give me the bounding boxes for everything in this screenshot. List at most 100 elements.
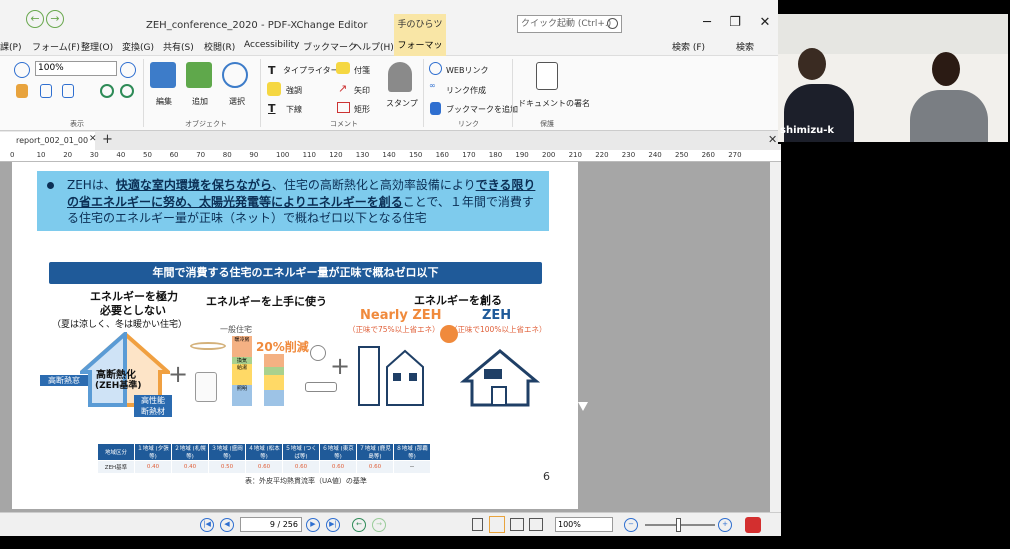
ruler-tick: 30	[89, 151, 99, 159]
highlight-icon	[267, 82, 281, 96]
web-link-button[interactable]: WEBリンク	[446, 65, 488, 76]
table-cell: 0.60	[282, 460, 320, 474]
edit-object-icon[interactable]	[150, 62, 176, 88]
back-icon[interactable]: ←	[26, 10, 44, 28]
table-caption: 表：外皮平均熱貫流率（UA値）の基準	[245, 477, 367, 485]
water-heater-icon	[195, 372, 217, 402]
mouse-cursor-icon	[578, 402, 588, 411]
prev-page-icon[interactable]: ◀	[220, 518, 234, 532]
single-page-icon[interactable]	[472, 518, 483, 531]
sticky-note-button[interactable]: 付箋	[354, 65, 370, 76]
fit-page-icon[interactable]	[16, 84, 28, 98]
minimize-button[interactable]: ─	[700, 16, 714, 30]
menu-item[interactable]: ヘルプ(H)	[353, 40, 394, 53]
ruler-tick: 150	[409, 151, 423, 159]
doc-title: ZEH_conference_2020 - PDF-XChange Editor	[146, 20, 368, 31]
menu-item[interactable]: 校閲(R)	[204, 40, 235, 53]
slide-page-number: 6	[543, 470, 550, 483]
slide-banner: 年間で消費する住宅のエネルギー量が正味で概ねゼロ以下	[49, 262, 542, 284]
pdf-page: ZEHは、快適な室内環境を保ちながら、住宅の高断熱化と高効率設備によりできる限り…	[12, 162, 578, 509]
two-page-continuous-icon[interactable]	[529, 518, 543, 531]
divider	[143, 59, 144, 127]
menu-item[interactable]: 課(P)	[0, 40, 21, 53]
document-tab-name: report_002_01_00	[16, 136, 89, 145]
continuous-page-icon[interactable]	[489, 516, 505, 533]
select-object-icon[interactable]	[222, 62, 248, 88]
typewriter-button[interactable]: タイプライター	[283, 65, 339, 76]
sign-document-button[interactable]: ドキュメントの署名	[518, 98, 590, 109]
vertical-scrollbar[interactable]	[770, 162, 781, 512]
search-menu[interactable]: 検索	[736, 40, 754, 53]
stamp-icon[interactable]	[388, 62, 412, 92]
edit-button[interactable]: 編集	[156, 96, 172, 107]
video-feed	[778, 14, 1008, 142]
highlight-button[interactable]: 強調	[286, 85, 302, 96]
create-link-button[interactable]: リンク作成	[446, 85, 486, 96]
fan-icon	[310, 345, 326, 361]
menu-item[interactable]: フォーム(F)	[32, 40, 80, 53]
two-page-icon[interactable]	[510, 518, 524, 531]
menu-item[interactable]: ブックマーク	[303, 40, 357, 53]
find-menu[interactable]: 検索 (F)	[672, 40, 705, 53]
arrow-button[interactable]: 矢印	[354, 85, 370, 96]
zoom-select[interactable]: 100%	[35, 61, 117, 76]
quick-launch-input[interactable]: クイック起動 (Ctrl+.)	[517, 15, 622, 33]
zoom-in-icon[interactable]	[120, 62, 136, 78]
link-icon: ∞	[429, 81, 436, 90]
history-forward-icon[interactable]: →	[372, 518, 386, 532]
document-viewport[interactable]: ZEHは、快適な室内環境を保ちながら、住宅の高断熱化と高効率設備によりできる限り…	[0, 162, 770, 512]
menu-item-format[interactable]: フォーマット	[394, 36, 446, 71]
rectangle-button[interactable]: 矩形	[354, 104, 370, 115]
select-button[interactable]: 選択	[229, 96, 245, 107]
close-button[interactable]: ✕	[758, 16, 772, 30]
bullet-icon	[47, 182, 54, 189]
bar-hot-water: 給湯	[232, 364, 252, 385]
tab-close-icon[interactable]: ✕	[89, 134, 97, 144]
add-bookmark-button[interactable]: ブックマークを追加	[446, 104, 518, 115]
menu-item[interactable]: Accessibility	[244, 40, 299, 50]
maximize-button[interactable]: ❐	[728, 16, 742, 30]
ruler-tick: 100	[276, 151, 290, 159]
actual-size-icon[interactable]	[62, 84, 74, 98]
pdf-app-icon[interactable]	[745, 517, 761, 533]
zoom-slider-thumb[interactable]	[676, 518, 681, 532]
ruler-tick: 160	[435, 151, 449, 159]
underline-button[interactable]: 下線	[286, 104, 302, 115]
stamp-button[interactable]: スタンプ	[386, 98, 418, 109]
history-back-icon[interactable]: ←	[352, 518, 366, 532]
close-document-icon[interactable]: ✕	[768, 133, 777, 146]
menu-item[interactable]: 変換(G)	[122, 40, 154, 53]
ruler-tick: 190	[515, 151, 529, 159]
add-button[interactable]: 追加	[192, 96, 208, 107]
new-tab-icon[interactable]: +	[102, 132, 113, 147]
zoom-in-status-icon[interactable]: +	[718, 518, 732, 532]
last-page-icon[interactable]: ▶|	[326, 518, 340, 532]
page-number-input[interactable]: 9 / 256	[240, 517, 302, 532]
zoom-out-icon[interactable]	[14, 62, 30, 78]
total-pages: 256	[282, 520, 298, 529]
rotate-left-icon[interactable]	[100, 84, 114, 98]
first-page-icon[interactable]: |◀	[200, 518, 214, 532]
col3-title: エネルギーを創る	[414, 294, 502, 307]
signature-icon[interactable]	[536, 62, 558, 90]
arrow-icon: ↗	[338, 82, 348, 95]
fit-width-icon[interactable]	[40, 84, 52, 98]
rotate-right-icon[interactable]	[120, 84, 134, 98]
next-page-icon[interactable]: ▶	[306, 518, 320, 532]
title-bar: ← → ZEH_conference_2020 - PDF-XChange Ed…	[0, 0, 781, 52]
table-cell: 0.40	[171, 460, 209, 474]
zoom-out-status-icon[interactable]: −	[624, 518, 638, 532]
forward-icon[interactable]: →	[46, 10, 64, 28]
menu-item[interactable]: 共有(S)	[163, 40, 194, 53]
hand-tool-context-tab[interactable]: 手のひらツール	[394, 14, 446, 52]
document-tab[interactable]: report_002_01_00	[0, 132, 95, 150]
menu-item[interactable]: 整理(O)	[81, 40, 113, 53]
ruler-tick: 80	[222, 151, 232, 159]
ruler-tick: 110	[302, 151, 316, 159]
ruler-tick: 120	[329, 151, 343, 159]
divider	[423, 59, 424, 127]
table-header-cell: ４地域 (松本等)	[245, 443, 283, 461]
table-header-cell: ５地域 (つくば等)	[282, 443, 320, 461]
add-object-icon[interactable]	[186, 62, 212, 88]
zoom-status-select[interactable]: 100%	[555, 517, 613, 532]
